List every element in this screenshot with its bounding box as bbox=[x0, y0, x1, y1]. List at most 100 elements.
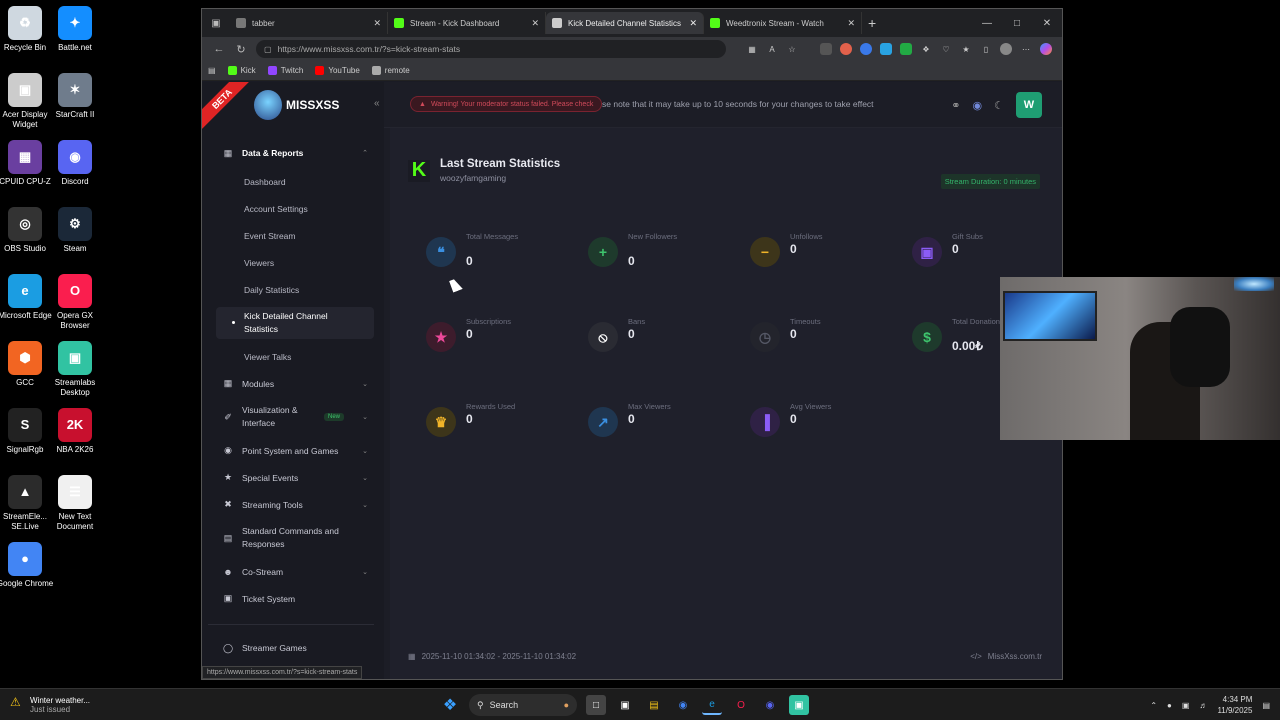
tab-actions-icon[interactable]: ▣ bbox=[208, 15, 224, 31]
opera-gx-icon[interactable]: O bbox=[731, 695, 751, 715]
site-info-icon[interactable]: ▢ bbox=[264, 45, 272, 54]
stat-item: + New Followers 0 bbox=[588, 232, 738, 276]
browser-tab[interactable]: Kick Detailed Channel Statistics ✕ bbox=[546, 12, 704, 34]
desktop-icon[interactable]: ✦ Battle.net bbox=[42, 6, 108, 53]
url-field[interactable]: ▢ https://www.missxss.com.tr/?s=kick-str… bbox=[256, 40, 726, 58]
file-explorer-icon[interactable]: ▤ bbox=[644, 695, 664, 715]
extensions-puzzle-icon[interactable]: ❖ bbox=[920, 43, 932, 55]
desktop-icon[interactable]: ▣ Streamlabs Desktop bbox=[42, 341, 108, 398]
edge-icon[interactable]: e bbox=[702, 695, 722, 715]
bookmark-favicon-icon bbox=[227, 66, 237, 75]
back-button[interactable]: ← bbox=[208, 43, 230, 55]
bookmark-item[interactable]: YouTube bbox=[315, 66, 360, 75]
network-icon[interactable]: ▣ bbox=[1182, 701, 1190, 710]
extension-icon[interactable] bbox=[900, 43, 912, 55]
browser-tab[interactable]: tabber ✕ bbox=[230, 12, 388, 34]
taskbar-search[interactable]: ⚲ Search ● bbox=[469, 694, 577, 716]
menu-ticket-system[interactable]: ▣ Ticket System bbox=[216, 585, 374, 612]
close-tab-icon[interactable]: ✕ bbox=[847, 18, 855, 29]
close-tab-icon[interactable]: ✕ bbox=[373, 18, 381, 29]
desktop-icon[interactable]: 2K NBA 2K26 bbox=[42, 408, 108, 455]
site-link[interactable]: MissXss.com.tr bbox=[988, 652, 1042, 661]
clock[interactable]: 4:34 PM 11/9/2025 bbox=[1217, 694, 1252, 716]
desktop-icon-label: Opera GX Browser bbox=[56, 311, 93, 330]
discord-icon[interactable]: ◉ bbox=[973, 99, 983, 112]
bookmark-folder-icon[interactable]: ▤ bbox=[208, 66, 216, 75]
close-tab-icon[interactable]: ✕ bbox=[531, 18, 539, 29]
user-avatar[interactable]: W bbox=[1016, 92, 1042, 118]
browser-tab[interactable]: Weedtronix Stream - Watch ✕ bbox=[704, 12, 862, 34]
clock-date: 11/9/2025 bbox=[1217, 706, 1253, 715]
submenu-item[interactable]: Viewers bbox=[216, 249, 374, 276]
new-tab-button[interactable]: + bbox=[868, 15, 876, 31]
minimize-button[interactable]: — bbox=[972, 18, 1002, 29]
desktop-icon[interactable]: ✶ StarCraft II bbox=[42, 73, 108, 120]
collapse-sidebar-icon[interactable]: « bbox=[374, 98, 380, 109]
menu-modules[interactable]: ▦ Modules ⌄ bbox=[216, 370, 374, 397]
volume-icon[interactable]: ♬ bbox=[1199, 701, 1207, 710]
extension-icon[interactable] bbox=[820, 43, 832, 55]
extension-icon[interactable] bbox=[880, 43, 892, 55]
menu-point-system[interactable]: ◉ Point System and Games ⌄ bbox=[216, 437, 374, 464]
tray-overflow-icon[interactable]: ⌃ bbox=[1150, 701, 1157, 710]
chrome-icon[interactable]: ◉ bbox=[673, 695, 693, 715]
submenu-label: Kick Detailed Channel Statistics bbox=[244, 311, 328, 334]
brand-logo[interactable]: MISSXSS bbox=[254, 90, 339, 120]
tools-icon: ✖ bbox=[224, 499, 232, 509]
refresh-button[interactable]: ↻ bbox=[230, 43, 252, 56]
close-tab-icon[interactable]: ✕ bbox=[689, 18, 697, 29]
desktop-icon[interactable]: ⚙ Steam bbox=[42, 207, 108, 254]
extension-icon[interactable] bbox=[860, 43, 872, 55]
submenu-item[interactable]: Account Settings bbox=[216, 195, 374, 222]
copilot-icon[interactable] bbox=[1040, 43, 1052, 55]
favorite-star-icon[interactable]: ☆ bbox=[786, 43, 798, 55]
browser-essentials-icon[interactable]: ♡ bbox=[940, 43, 952, 55]
more-menu-icon[interactable]: ⋯ bbox=[1020, 43, 1032, 55]
menu-streamer-games[interactable]: ◯ Streamer Games bbox=[216, 640, 374, 656]
menu-standard-commands[interactable]: ▤ Standard Commands and Responses bbox=[216, 518, 374, 558]
status-bar-url: https://www.missxss.com.tr/?s=kick-strea… bbox=[202, 666, 363, 679]
tab-favicon-icon bbox=[236, 18, 246, 28]
date-range: 2025-11-10 01:34:02 - 2025-11-10 01:34:0… bbox=[421, 652, 577, 661]
submenu-item[interactable]: Viewer Talks bbox=[216, 343, 374, 370]
close-window-button[interactable]: ✕ bbox=[1032, 18, 1062, 29]
browser-tab[interactable]: Stream - Kick Dashboard ✕ bbox=[388, 12, 546, 34]
submenu-item[interactable]: Event Stream bbox=[216, 222, 374, 249]
widgets-icon[interactable]: ▣ bbox=[615, 695, 635, 715]
moon-icon[interactable]: ☾ bbox=[994, 99, 1004, 112]
desktop-icon[interactable]: ◉ Discord bbox=[42, 140, 108, 187]
discord-taskbar-icon[interactable]: ◉ bbox=[760, 695, 780, 715]
menu-co-stream[interactable]: ☻ Co-Stream ⌄ bbox=[216, 558, 374, 585]
bookmark-item[interactable]: remote bbox=[371, 66, 410, 75]
menu-visualization[interactable]: ✐ Visualization & Interface New ⌄ bbox=[216, 397, 374, 437]
notifications-icon[interactable]: ▤ bbox=[1262, 701, 1270, 710]
submenu-item[interactable]: Dashboard bbox=[216, 168, 374, 195]
desktop-icon[interactable]: ● Google Chrome bbox=[0, 542, 58, 589]
desktop-icon[interactable]: ☰ New Text Document bbox=[42, 475, 108, 532]
start-button[interactable]: ❖ bbox=[440, 695, 460, 715]
stat-value: 0 bbox=[628, 327, 635, 341]
moderator-warning[interactable]: ▲ Warning! Your moderator status failed.… bbox=[410, 96, 603, 112]
profile-icon[interactable] bbox=[1000, 43, 1012, 55]
bookmark-item[interactable]: Twitch bbox=[267, 66, 303, 75]
task-view-icon[interactable]: □ bbox=[586, 695, 606, 715]
weather-widget[interactable]: ⚠ Winter weather... Just issued bbox=[10, 696, 90, 714]
collections-icon[interactable]: ▯ bbox=[980, 43, 992, 55]
streamlabs-icon[interactable]: ▣ bbox=[789, 695, 809, 715]
app-available-icon[interactable]: ▦ bbox=[746, 43, 758, 55]
stat-value: 0 bbox=[628, 412, 635, 426]
favorites-icon[interactable]: ★ bbox=[960, 43, 972, 55]
submenu-item[interactable]: Daily Statistics bbox=[216, 276, 374, 303]
mic-icon[interactable]: ● bbox=[1167, 701, 1172, 710]
maximize-button[interactable]: □ bbox=[1002, 18, 1032, 29]
menu-streaming-tools[interactable]: ✖ Streaming Tools ⌄ bbox=[216, 491, 374, 518]
read-aloud-icon[interactable]: A bbox=[766, 43, 778, 55]
submenu-item[interactable]: Kick Detailed Channel Statistics bbox=[216, 307, 374, 339]
bookmark-item[interactable]: Kick bbox=[227, 66, 256, 75]
desktop-icon[interactable]: O Opera GX Browser bbox=[42, 274, 108, 331]
main-content: K Last Stream Statistics woozyfamgaming … bbox=[202, 128, 1062, 679]
menu-special-events[interactable]: ★ Special Events ⌄ bbox=[216, 464, 374, 491]
menu-data-reports[interactable]: ▦ Data & Reports ⌃ bbox=[216, 142, 374, 164]
extension-icon[interactable] bbox=[840, 43, 852, 55]
headset-icon[interactable]: ⚭ bbox=[951, 99, 960, 112]
